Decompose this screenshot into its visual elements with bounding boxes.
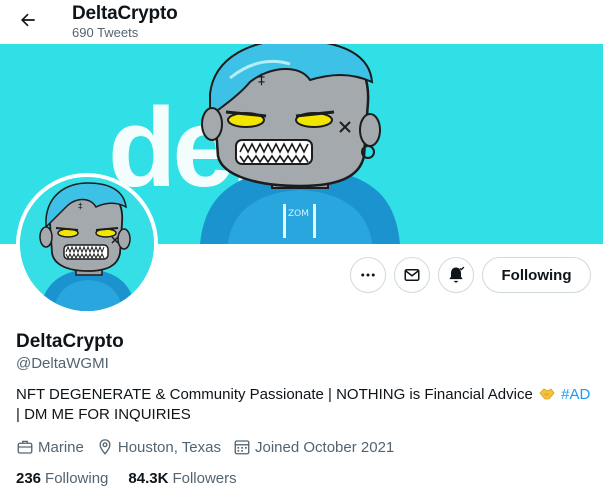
tweet-count: 690 Tweets bbox=[72, 25, 139, 40]
profile-avatar[interactable]: ‡ bbox=[16, 173, 158, 315]
briefcase-icon bbox=[17, 440, 33, 454]
meta-joined-text: Joined October 2021 bbox=[254, 438, 395, 456]
profile-bio: NFT DEGENERATE & Community Passionate | … bbox=[16, 385, 591, 425]
followers-count: 84.3K bbox=[128, 470, 169, 487]
svg-text:ZOM: ZOM bbox=[288, 209, 309, 219]
location-pin-icon bbox=[99, 439, 111, 455]
meta-joined: Joined October 2021 bbox=[233, 438, 394, 456]
ellipsis-icon bbox=[361, 273, 375, 277]
avatar-image: ‡ bbox=[20, 177, 154, 311]
envelope-icon bbox=[404, 269, 420, 281]
header-name: DeltaCrypto bbox=[72, 3, 178, 24]
more-button[interactable] bbox=[350, 257, 386, 293]
calendar-icon bbox=[234, 440, 250, 455]
arrow-left-icon bbox=[21, 13, 35, 27]
handshake-icon bbox=[539, 387, 555, 401]
profile-handle: @DeltaWGMI bbox=[16, 355, 109, 372]
profile-name: DeltaCrypto bbox=[16, 331, 124, 352]
back-button[interactable] bbox=[14, 6, 42, 34]
bio-text-line2: | DM ME FOR INQUIRIES bbox=[16, 406, 191, 423]
meta-location-text: Houston, Texas bbox=[117, 438, 221, 456]
profile-stats: 236 Following 84.3K Followers bbox=[16, 470, 237, 487]
message-button[interactable] bbox=[394, 257, 430, 293]
followers-stat-link[interactable]: 84.3K Followers bbox=[128, 470, 236, 487]
meta-category-text: Marine bbox=[38, 438, 84, 456]
bio-text: NFT DEGENERATE & Community Passionate | … bbox=[16, 386, 533, 403]
profile-actions: Following bbox=[350, 257, 591, 293]
meta-location: Houston, Texas bbox=[96, 438, 221, 456]
following-button[interactable]: Following bbox=[482, 257, 591, 293]
profile-meta: Marine Houston, Texas Joined October 202… bbox=[16, 438, 406, 456]
meta-category: Marine bbox=[16, 438, 84, 456]
following-stat-link[interactable]: 236 Following bbox=[16, 470, 108, 487]
following-label: Following bbox=[45, 470, 109, 487]
svg-text:‡: ‡ bbox=[78, 202, 83, 212]
profile-header: DeltaCrypto 690 Tweets bbox=[0, 0, 603, 44]
bell-check-icon bbox=[449, 266, 465, 283]
following-count: 236 bbox=[16, 470, 42, 487]
followers-label: Followers bbox=[172, 470, 237, 487]
notifications-button[interactable] bbox=[438, 257, 474, 293]
bio-hashtag-link[interactable]: #AD bbox=[561, 386, 590, 403]
svg-text:‡: ‡ bbox=[258, 72, 265, 88]
